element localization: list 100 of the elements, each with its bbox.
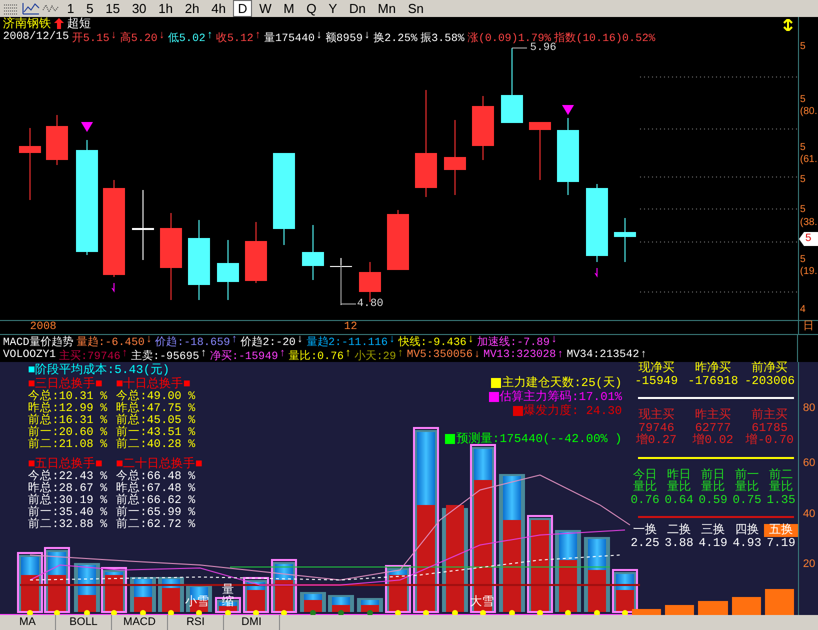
table-cell-text: 0.76: [630, 494, 660, 506]
turnover-value: 今总:10.31 %: [28, 391, 108, 403]
price-tag: 5: [799, 232, 818, 246]
table-cell-text: 增0.27: [634, 434, 678, 446]
turnover-bar: [732, 597, 761, 615]
quote-value: 涨(0.09)1.79%: [467, 31, 551, 44]
indicator-value: 主买:79746: [58, 348, 120, 362]
period-button[interactable]: 5: [81, 0, 98, 17]
turnover-bar: [665, 605, 694, 615]
indicator-tab[interactable]: RSI: [168, 615, 224, 630]
volume-bar: [130, 577, 156, 612]
main-force-text: 主力建仓天数:25(天): [502, 376, 622, 390]
column-header: 前二: [768, 468, 794, 481]
period-button[interactable]: 4h: [206, 0, 231, 17]
column-header: 一换: [632, 524, 658, 536]
indicator-tab[interactable]: DMI: [224, 615, 280, 630]
period-button[interactable]: Y: [323, 0, 342, 17]
axis-label: 5: [800, 94, 806, 105]
table-cell-text: 1.35: [766, 494, 796, 506]
candle: [614, 218, 636, 262]
turnover-value: 前二:62.72 %: [116, 519, 196, 531]
table-cell-text: 0.64: [664, 494, 694, 506]
period-button[interactable]: 30: [126, 0, 152, 17]
indicator-value: 量比:0.76: [288, 349, 344, 362]
line-chart-icon[interactable]: [22, 2, 40, 15]
column-header: 前一: [734, 468, 760, 481]
column-header: 前日: [700, 468, 726, 481]
table-cell-text: 62777: [694, 422, 732, 434]
table-cell-text: -15949: [634, 374, 679, 387]
table-cell-text: -203006: [743, 374, 796, 387]
group-title: ■十日总换手■: [116, 377, 192, 391]
volume-bar: [357, 598, 383, 612]
arrow-glyph: ↑: [121, 348, 128, 362]
high-price-label: 5.96: [530, 42, 556, 54]
period-button[interactable]: W: [254, 0, 276, 17]
axis-label: (19.: [800, 266, 818, 277]
table-cell-text: 0.75: [732, 494, 762, 506]
indicator-tab[interactable]: BOLL: [56, 615, 112, 630]
period-button[interactable]: Q: [301, 0, 322, 17]
axis-label: 80: [803, 402, 816, 414]
indicator-name: VOLOOZY1: [3, 349, 56, 361]
quote-value: 指数(10.16)0.52%: [554, 31, 656, 44]
period-button[interactable]: 15: [100, 0, 125, 17]
indicator-tab[interactable]: MA: [0, 615, 56, 630]
quote-value: 振3.58%: [420, 31, 464, 44]
table-cell-text: 0.59: [698, 494, 728, 506]
indicator-value: MV5:350056: [406, 349, 473, 361]
period-button[interactable]: Dn: [344, 0, 371, 17]
indicator-value: 价趋:-18.659: [155, 335, 230, 349]
arrow-glyph: ↑: [254, 30, 262, 44]
turnover-value: 前二:21.08 %: [28, 439, 108, 451]
arrow-glyph: ↓: [550, 334, 558, 348]
turnover-value: 前总:30.19 %: [28, 495, 108, 507]
candle: [217, 240, 239, 300]
table-cell-text: 3.88: [664, 536, 694, 549]
turnover-value: 今总:66.48 %: [116, 471, 196, 483]
arrow-glyph: ↓: [474, 349, 480, 361]
period-button[interactable]: 1: [62, 0, 80, 17]
table-cell-text: 61785: [752, 422, 789, 434]
arrow-glyph: ↓: [468, 334, 474, 348]
column-header: 今日: [632, 468, 658, 481]
indicator-value: 价趋2:-20: [240, 335, 296, 349]
table-cell-text: 7.19: [766, 536, 796, 549]
column-header: 现主买: [637, 409, 676, 422]
period-button[interactable]: Sn: [402, 0, 429, 17]
arrow-glyph: ↑: [279, 348, 286, 362]
date-label: 12: [344, 321, 358, 334]
axis-label: 4: [800, 304, 806, 315]
indicator-value: 主卖:-95695: [131, 348, 200, 362]
table-cell-text: 增0.02: [692, 434, 734, 446]
indicator-value: 量趋2:-11.116: [306, 335, 388, 349]
main-force-text: 预测量:175440(--42.00% ): [456, 432, 622, 446]
chart-annotation: 量: [222, 584, 234, 596]
volume-bar: [17, 552, 43, 613]
grid-icon[interactable]: [2, 2, 20, 15]
turnover-value: 前一:43.51 %: [116, 427, 196, 439]
turnover-value: 今总:49.00 %: [116, 391, 196, 403]
arrow-glyph: ↑: [640, 349, 647, 361]
period-button[interactable]: 2h: [180, 0, 204, 17]
indicator-tab[interactable]: MACD: [112, 615, 168, 630]
column-header: 现净买: [637, 362, 676, 374]
turnover-value: 前一:20.60 %: [28, 427, 108, 439]
up-arrow-icon: [54, 18, 64, 29]
period-button[interactable]: 1h: [153, 0, 178, 17]
leader-line: [340, 264, 356, 304]
axis-label: (38.: [800, 217, 818, 228]
indicator-value: MV34:213542: [566, 349, 640, 361]
signal-triangle-icon: [562, 105, 574, 115]
date-label: 2008: [30, 321, 56, 334]
period-button[interactable]: Mn: [372, 0, 401, 17]
quote-value: 收5.12: [216, 31, 254, 44]
candle: [132, 190, 154, 260]
table-cell-text: 79746: [638, 422, 676, 434]
period-button[interactable]: D: [232, 0, 252, 17]
group-title: ■三日总换手■: [28, 377, 104, 391]
arrow-glyph: ↓: [110, 30, 118, 44]
period-button[interactable]: M: [278, 0, 300, 17]
period-label: 日: [802, 321, 814, 334]
volume-bar: [101, 567, 127, 613]
low-price-label: 4.80: [357, 298, 384, 310]
